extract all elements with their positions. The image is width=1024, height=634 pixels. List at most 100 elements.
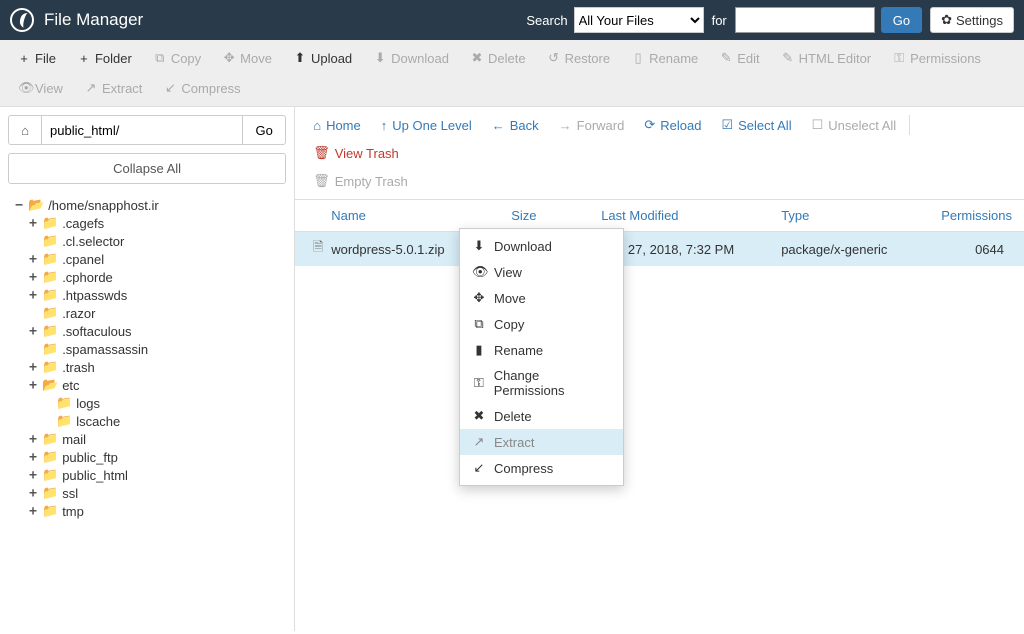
search-label: Search: [526, 13, 567, 28]
nav-forward-button[interactable]: →Forward: [549, 112, 635, 139]
tree-item[interactable]: +📁.cagefs: [28, 214, 294, 232]
col-type[interactable]: Type: [781, 208, 941, 223]
compress-icon: ↙: [472, 460, 486, 476]
archive-file-icon: 🗎: [305, 238, 331, 260]
tree-item[interactable]: 📁.cl.selector: [28, 232, 294, 250]
download-button[interactable]: ⬇Download: [364, 45, 459, 71]
extract-button[interactable]: ↗Extract: [75, 75, 152, 101]
move-button[interactable]: ✥Move: [213, 45, 282, 71]
col-permissions[interactable]: Permissions: [941, 208, 1014, 223]
tree-item[interactable]: +📁ssl: [28, 484, 294, 502]
check-icon: ☑: [721, 117, 733, 133]
tree-item[interactable]: +📁public_html: [28, 466, 294, 484]
x-icon: ✖: [471, 50, 483, 66]
expand-icon[interactable]: +: [28, 270, 38, 285]
ctx-compress[interactable]: ↙Compress: [460, 455, 623, 481]
unselect-all-button[interactable]: ☐Unselect All: [802, 111, 907, 139]
action-bar: ⌂Home ↑Up One Level ←Back →Forward ⟳Relo…: [295, 107, 1024, 200]
compress-button[interactable]: ↙Compress: [154, 75, 250, 101]
ctx-rename[interactable]: ▮Rename: [460, 337, 623, 363]
tree-item[interactable]: +📁tmp: [28, 502, 294, 520]
col-size[interactable]: Size: [511, 208, 601, 223]
path-bar: ⌂ Go: [0, 107, 294, 153]
restore-button[interactable]: ↺Restore: [538, 45, 621, 71]
tree-item[interactable]: +📁.trash: [28, 358, 294, 376]
ctx-view[interactable]: 👁View: [460, 259, 623, 285]
expand-icon[interactable]: +: [28, 432, 38, 447]
tree-item[interactable]: +📁.softaculous: [28, 322, 294, 340]
delete-button[interactable]: ✖Delete: [461, 45, 536, 71]
expand-icon[interactable]: +: [28, 288, 38, 303]
home-button[interactable]: ⌂: [8, 115, 42, 145]
expand-icon[interactable]: +: [28, 450, 38, 465]
expand-icon[interactable]: +: [28, 252, 38, 267]
upload-button[interactable]: ⬆Upload: [284, 45, 362, 71]
tree-item-label: mail: [62, 432, 86, 447]
expand-icon[interactable]: +: [28, 360, 38, 375]
folder-icon: 📁: [56, 413, 72, 429]
col-name[interactable]: Name: [331, 208, 511, 223]
settings-button[interactable]: ✿ Settings: [930, 7, 1014, 33]
ctx-change-permissions[interactable]: ⚿Change Permissions: [460, 363, 623, 403]
collapse-icon[interactable]: −: [14, 198, 24, 213]
permissions-button[interactable]: ⚿Permissions: [883, 45, 991, 71]
tree-item[interactable]: 📁.spamassassin: [28, 340, 294, 358]
tree-item[interactable]: 📁lscache: [28, 412, 294, 430]
edit-button[interactable]: ✎Edit: [710, 45, 769, 71]
path-input[interactable]: [42, 115, 242, 145]
select-all-button[interactable]: ☑Select All: [711, 111, 801, 139]
file-button[interactable]: +File: [8, 45, 66, 71]
nav-up-button[interactable]: ↑Up One Level: [371, 112, 482, 139]
x-icon: ✖: [472, 408, 486, 424]
tree-item[interactable]: 📁logs: [28, 394, 294, 412]
expand-icon[interactable]: +: [28, 324, 38, 339]
tree-item[interactable]: 📁.razor: [28, 304, 294, 322]
folder-icon: 📁: [42, 467, 58, 483]
nav-home-button[interactable]: ⌂Home: [303, 112, 371, 139]
folder-button[interactable]: +Folder: [68, 45, 142, 71]
rename-button[interactable]: ▯Rename: [622, 45, 708, 71]
tree-item[interactable]: +📂etc: [28, 376, 294, 394]
search-input[interactable]: [735, 7, 875, 33]
view-button[interactable]: 👁View: [8, 75, 73, 101]
path-go-button[interactable]: Go: [242, 115, 286, 145]
folder-icon: 📁: [42, 305, 58, 321]
col-modified[interactable]: Last Modified: [601, 208, 781, 223]
folder-open-icon: 📂: [28, 197, 44, 213]
collapse-all-button[interactable]: Collapse All: [8, 153, 286, 184]
tree-item[interactable]: +📁mail: [28, 430, 294, 448]
tree-item-label: public_ftp: [62, 450, 118, 465]
ctx-delete[interactable]: ✖Delete: [460, 403, 623, 429]
expand-icon[interactable]: +: [28, 216, 38, 231]
tree-item-label: tmp: [62, 504, 84, 519]
expand-icon[interactable]: +: [28, 486, 38, 501]
table-row[interactable]: 🗎 wordpress-5.0.1.zip 10.85 MB Dec 27, 2…: [295, 232, 1024, 266]
tree-item[interactable]: +📁.htpasswds: [28, 286, 294, 304]
folder-icon: 📁: [42, 449, 58, 465]
ctx-download[interactable]: ⬇Download: [460, 233, 623, 259]
expand-icon[interactable]: +: [28, 504, 38, 519]
ctx-extract[interactable]: ↗Extract: [460, 429, 623, 455]
reload-button[interactable]: ⟳Reload: [634, 111, 711, 139]
tree-item[interactable]: + 📁 public_ftp: [28, 448, 294, 466]
tree-item-label: logs: [76, 396, 100, 411]
empty-trash-button[interactable]: 🗑Empty Trash: [303, 167, 417, 195]
ctx-move[interactable]: ✥Move: [460, 285, 623, 311]
folder-icon: 📁: [42, 215, 58, 231]
search-go-button[interactable]: Go: [881, 7, 922, 33]
tree-item[interactable]: +📁.cphorde: [28, 268, 294, 286]
expand-icon[interactable]: +: [28, 468, 38, 483]
ctx-copy[interactable]: ⧉Copy: [460, 311, 623, 337]
tree-item[interactable]: +📁.cpanel: [28, 250, 294, 268]
copy-button[interactable]: ⧉Copy: [144, 45, 211, 71]
for-label: for: [712, 13, 727, 28]
search-scope-select[interactable]: All Your Files: [574, 7, 704, 33]
eye-icon: 👁: [472, 264, 486, 280]
expand-icon[interactable]: +: [28, 378, 38, 393]
tree-item-label: .cpanel: [62, 252, 104, 267]
file-icon: ▮: [472, 342, 486, 358]
nav-back-button[interactable]: ←Back: [482, 112, 549, 139]
html-editor-button[interactable]: ✎HTML Editor: [772, 45, 881, 71]
tree-root[interactable]: − 📂 /home/snapphost.ir: [14, 196, 294, 214]
view-trash-button[interactable]: 🗑View Trash: [303, 139, 409, 167]
